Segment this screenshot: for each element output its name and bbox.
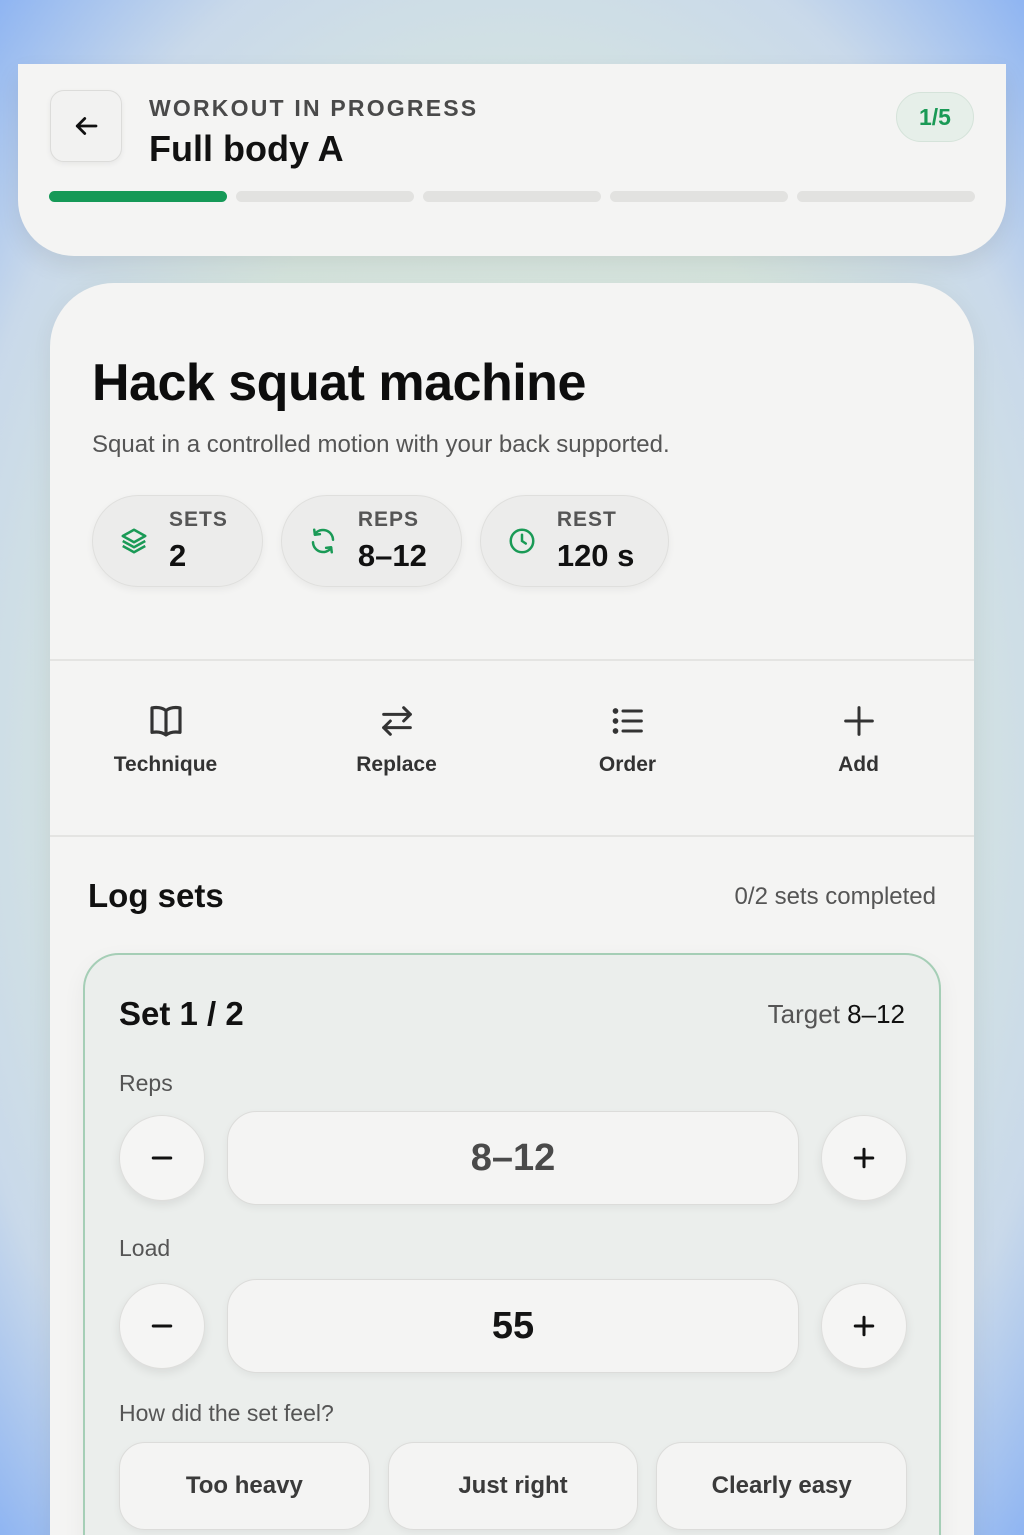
action-label: Replace: [356, 753, 437, 776]
set-title: Set 1 / 2: [119, 995, 244, 1032]
set-feel-options: Too heavy Just right Clearly easy: [119, 1442, 908, 1532]
exercise-card: Hack squat machine Squat in a controlled…: [50, 283, 974, 1535]
action-label: Technique: [113, 753, 218, 776]
exercise-counter-badge: 1/5: [896, 92, 974, 142]
stat-label: REPS: [357, 508, 420, 531]
reps-increment-button[interactable]: [821, 1115, 907, 1201]
stat-label: REST: [556, 508, 617, 531]
workout-title: Full body A: [149, 128, 344, 169]
stat-chip-rest: REST 120 s: [479, 495, 670, 587]
list-icon: [606, 699, 650, 743]
target-value: 8–12: [847, 999, 905, 1029]
add-button[interactable]: Add: [743, 683, 974, 803]
reps-decrement-button[interactable]: [119, 1115, 205, 1201]
plus-icon: [853, 1315, 875, 1337]
plus-icon: [837, 699, 881, 743]
progress-segment: [236, 191, 414, 202]
log-sets-title: Log sets: [88, 877, 224, 914]
progress-segment: [610, 191, 788, 202]
sets-completed-count: 0/2 sets completed: [734, 883, 936, 910]
refresh-icon: [306, 524, 340, 558]
set-card: Set 1 / 2 Target 8–12 Reps 8–12 Load 55: [83, 953, 941, 1535]
workout-status-label: WORKOUT IN PROGRESS: [149, 95, 479, 121]
reps-label: Reps: [119, 1070, 173, 1096]
plus-icon: [853, 1147, 875, 1169]
set-feel-question: How did the set feel?: [119, 1400, 334, 1426]
technique-button[interactable]: Technique: [50, 683, 281, 803]
divider: [50, 659, 974, 661]
load-decrement-button[interactable]: [119, 1283, 205, 1369]
minus-icon: [151, 1156, 173, 1160]
layers-icon: [117, 524, 151, 558]
exercise-actions: Technique Replace Order Add: [50, 683, 974, 803]
divider: [50, 835, 974, 837]
load-stepper: 55: [119, 1279, 907, 1373]
stat-chip-sets: SETS 2: [92, 495, 263, 587]
load-increment-button[interactable]: [821, 1283, 907, 1369]
arrow-left-icon: [75, 117, 98, 135]
exercise-description: Squat in a controlled motion with your b…: [92, 431, 670, 458]
feel-just-right-button[interactable]: Just right: [387, 1442, 639, 1530]
stat-value: 8–12: [357, 538, 427, 573]
progress-segment: [797, 191, 975, 202]
exercise-stats: SETS 2 REPS 8–12 REST 120 s: [92, 495, 670, 587]
progress-segment: [423, 191, 601, 202]
target-label: Target: [767, 999, 840, 1029]
feel-clearly-easy-button[interactable]: Clearly easy: [656, 1442, 908, 1530]
load-label: Load: [119, 1235, 171, 1261]
action-label: Add: [838, 753, 879, 776]
exercise-title: Hack squat machine: [92, 354, 586, 412]
workout-progress-bar: [49, 191, 975, 203]
feel-too-heavy-button[interactable]: Too heavy: [119, 1442, 370, 1530]
book-icon: [144, 699, 188, 743]
stat-chip-reps: REPS 8–12: [280, 495, 462, 587]
stat-value: 120 s: [556, 538, 635, 573]
reps-stepper: 8–12: [119, 1111, 907, 1205]
minus-icon: [151, 1324, 173, 1328]
progress-segment: [49, 191, 227, 202]
stat-value: 2: [169, 538, 187, 573]
replace-button[interactable]: Replace: [281, 683, 512, 803]
clock-icon: [505, 524, 539, 558]
reps-input[interactable]: 8–12: [227, 1111, 799, 1205]
stat-label: SETS: [169, 508, 228, 531]
set-target: Target 8–12: [768, 999, 905, 1030]
load-input[interactable]: 55: [227, 1279, 799, 1373]
swap-icon: [375, 699, 419, 743]
order-button[interactable]: Order: [512, 683, 743, 803]
action-label: Order: [598, 753, 657, 776]
back-button[interactable]: [50, 90, 122, 162]
workout-header: WORKOUT IN PROGRESS Full body A 1/5: [18, 64, 1006, 256]
